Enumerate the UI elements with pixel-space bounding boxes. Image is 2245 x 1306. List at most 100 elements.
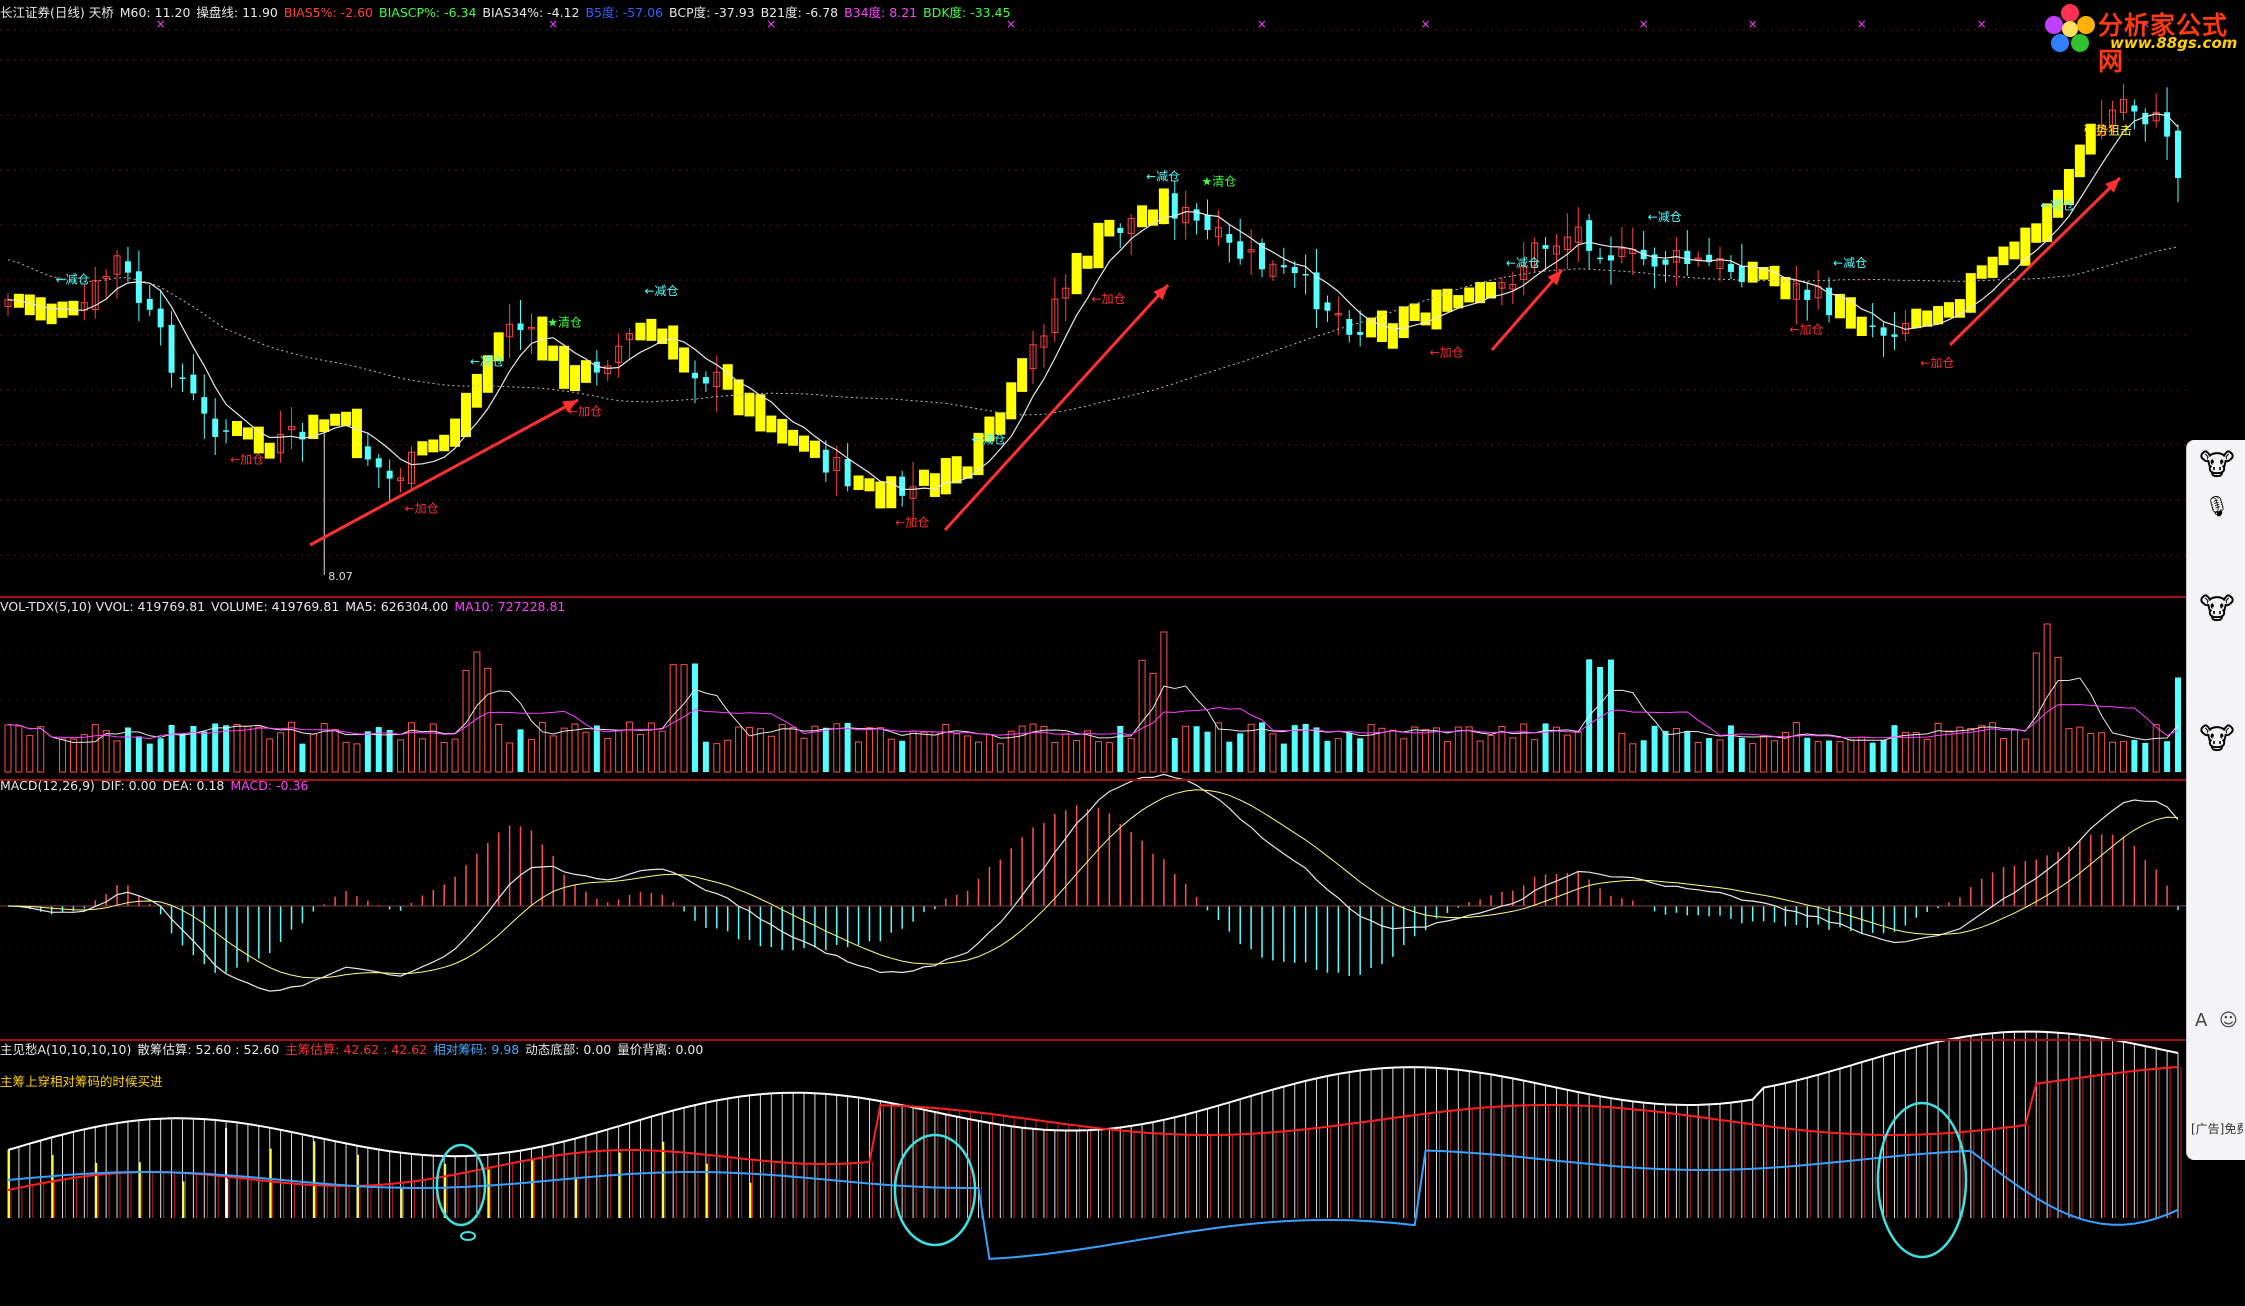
volume-bar xyxy=(1214,722,1222,773)
volume-bar xyxy=(1422,728,1430,773)
volume-bar xyxy=(2065,728,2073,773)
stock-chart-canvas[interactable]: × × × × × × × × × × ×8.07←减仓←加仓←加仓←减仓★清仓←加仓←减仓←加仓←… xyxy=(0,0,2245,1306)
candle-body xyxy=(212,418,219,437)
yellow-signal-bar xyxy=(646,318,657,341)
volume-bar xyxy=(1880,739,1887,772)
yellow-signal-bar xyxy=(1137,205,1148,228)
cow-avatar-icon[interactable]: 🐮 xyxy=(2195,720,2239,760)
volume-bar xyxy=(364,731,371,772)
volume-bar xyxy=(1259,722,1266,772)
volume-bar xyxy=(69,738,77,773)
volume-bar xyxy=(331,729,339,773)
volume-bar xyxy=(1346,732,1353,772)
macd-header-item-0: MACD(12,26,9) xyxy=(0,778,95,793)
volume-bar xyxy=(909,730,917,773)
volume-bar xyxy=(1117,725,1124,772)
chip-panel[interactable] xyxy=(7,1030,2182,1260)
yellow-signal-bar xyxy=(1442,288,1453,312)
yellow-signal-bar xyxy=(1464,287,1475,303)
yellow-signal-bar xyxy=(1944,302,1955,318)
yellow-signal-bar xyxy=(1976,265,1987,279)
yellow-signal-bar xyxy=(962,466,973,479)
yellow-signal-bar xyxy=(1911,308,1922,329)
yellow-signal-bar xyxy=(1431,289,1442,330)
volume-bar xyxy=(124,727,131,772)
candle-body xyxy=(2175,130,2181,179)
volume-bar xyxy=(1105,742,1113,773)
yellow-signal-bar xyxy=(1398,306,1409,339)
macd-dea-line xyxy=(7,789,2179,979)
cow-avatar-icon[interactable]: 🐮 xyxy=(2195,446,2239,486)
price-header-item-7: BCP度: -37.93 xyxy=(669,5,755,20)
signal-label-strong: 强势狙击 xyxy=(2084,123,2132,137)
volume-indicator-header: VOL-TDX(5,10) VVOL: 419769.81 VOLUME: 419… xyxy=(0,598,571,616)
candle-body xyxy=(1302,273,1309,276)
candle-body xyxy=(1607,255,1614,261)
site-logo[interactable]: 分析家公式网 www.88gs.com xyxy=(2040,0,2245,76)
volume-bar xyxy=(201,731,208,772)
volume-bar xyxy=(1204,731,1211,772)
candle-body xyxy=(1357,331,1364,335)
volume-bar xyxy=(1978,725,1986,773)
volume-bar xyxy=(975,741,983,773)
volume-bar xyxy=(560,727,568,773)
volume-bar xyxy=(233,723,241,773)
volume-bar xyxy=(2054,656,2062,773)
yellow-signal-bar xyxy=(1071,252,1082,295)
yellow-signal-bar xyxy=(439,434,450,452)
macd-panel[interactable] xyxy=(0,773,2186,992)
volume-bar xyxy=(1989,722,1997,773)
volume-bar xyxy=(1313,727,1320,772)
yellow-signal-bar xyxy=(1856,316,1867,336)
volume-bar xyxy=(277,732,285,773)
volume-bar xyxy=(1738,737,1745,772)
signal-label-reduce: ←减仓 xyxy=(2040,198,2074,212)
volume-bar xyxy=(964,735,972,773)
volume-bar xyxy=(702,741,709,772)
price-header-item-4: BIASCP%: -6.34 xyxy=(379,5,477,20)
candle-body xyxy=(1880,327,1887,336)
volume-bar xyxy=(1858,736,1866,773)
volume-bar xyxy=(1618,732,1626,773)
volume-bar xyxy=(996,743,1004,773)
yellow-signal-bar xyxy=(35,297,46,321)
volume-bar xyxy=(1509,737,1517,773)
macd-indicator-header: MACD(12,26,9) DIF: 0.00 DEA: 0.18 MACD: -0.… xyxy=(0,777,314,795)
candle-body xyxy=(386,470,393,479)
volume-bar xyxy=(1073,740,1081,773)
volume-bar xyxy=(1476,740,1484,773)
volume-bar xyxy=(37,726,45,773)
candle-body xyxy=(1237,241,1244,259)
yellow-signal-bar xyxy=(918,469,929,486)
volume-bar xyxy=(1357,738,1364,772)
chip-header-item-0: 主见愁A(10,10,10,10) xyxy=(0,1042,132,1057)
chat-sidebar[interactable]: 🐮 🎙 🐮 🐮 A ☺ [广告]免费 xyxy=(2186,440,2245,1160)
font-icon[interactable]: A xyxy=(2195,1010,2207,1031)
volume-bar xyxy=(1956,726,1964,773)
cow-avatar-icon[interactable]: 🐮 xyxy=(2195,590,2239,630)
candle-body xyxy=(1542,245,1549,249)
price-panel[interactable]: × × × × × × × × × × ×8.07←减仓←加仓←加仓←减仓★清仓←加仓←减仓←加仓←… xyxy=(4,17,2181,583)
volume-bar xyxy=(113,740,121,773)
volume-bar xyxy=(1269,733,1277,773)
volume-bar xyxy=(800,737,808,773)
candle-body xyxy=(1684,250,1691,265)
highlight-ellipse xyxy=(1876,1101,1968,1259)
yellow-signal-bar xyxy=(1158,188,1169,225)
price-header-item-9: B34度: 8.21 xyxy=(844,5,918,20)
volume-bar xyxy=(1454,726,1462,773)
volume-bar xyxy=(767,735,775,773)
candle-body xyxy=(1727,263,1734,272)
yellow-signal-bar xyxy=(319,419,330,433)
candle-body xyxy=(1324,302,1331,311)
volume-bar xyxy=(1771,740,1779,773)
volume-bar xyxy=(517,729,524,772)
price-header-item-8: B21度: -6.78 xyxy=(760,5,839,20)
volume-bar xyxy=(833,723,841,773)
volume-panel[interactable] xyxy=(4,623,2181,773)
candle-body xyxy=(702,377,709,384)
emoji-icon[interactable]: ☺ xyxy=(2219,1010,2238,1031)
volume-bar xyxy=(91,724,99,773)
microphone-icon[interactable]: 🎙 xyxy=(2195,486,2239,526)
yellow-signal-bar xyxy=(886,476,897,509)
